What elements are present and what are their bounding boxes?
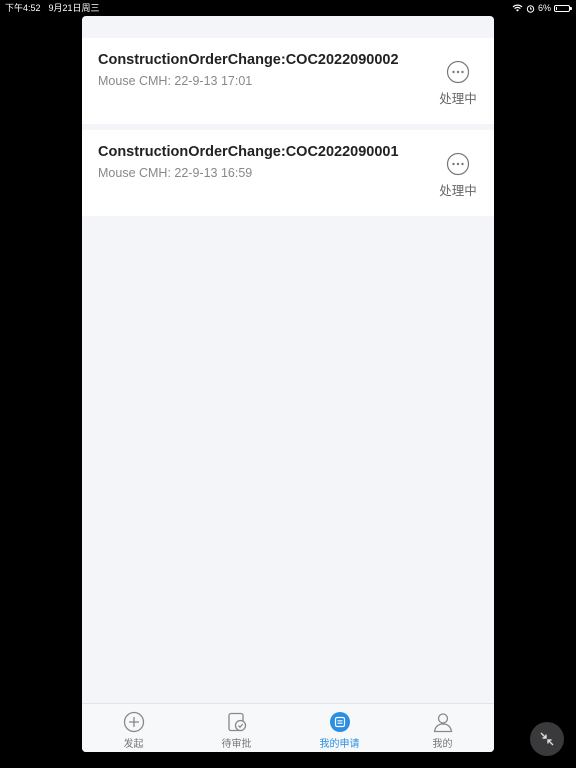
list-item-title: ConstructionOrderChange:COC2022090001	[98, 144, 399, 160]
status-label: 处理中	[439, 92, 477, 106]
tab-pending-approval[interactable]: 待审批	[185, 704, 288, 752]
list-item[interactable]: ConstructionOrderChange:COC2022090002 Mo…	[82, 38, 494, 124]
status-label: 处理中	[439, 184, 477, 198]
status-bar: 下午4:52 9月21日周三 6%	[0, 0, 576, 16]
more-dots-icon	[446, 152, 470, 176]
status-date: 9月21日周三	[48, 3, 100, 13]
collapse-button[interactable]	[530, 722, 564, 756]
app-window: ConstructionOrderChange:COC2022090002 Mo…	[82, 16, 494, 752]
battery-icon	[554, 4, 572, 12]
battery-percent: 6%	[537, 3, 551, 13]
tab-initiate[interactable]: 发起	[82, 704, 185, 752]
list-item-subtitle: Mouse CMH: 22-9-13 16:59	[98, 166, 253, 180]
list-item-status: 处理中	[438, 152, 478, 199]
list-item[interactable]: ConstructionOrderChange:COC2022090001 Mo…	[82, 130, 494, 216]
plus-circle-icon	[123, 711, 144, 733]
alarm-icon	[526, 4, 535, 13]
list-item-subtitle: Mouse CMH: 22-9-13 17:01	[98, 74, 253, 88]
tab-label: 我的申请	[319, 739, 360, 750]
list-item-status: 处理中	[438, 60, 478, 107]
my-requests-icon	[329, 712, 350, 732]
tab-bar: 发起 待审批 我的申请 我的	[82, 703, 494, 752]
wifi-icon	[512, 4, 523, 12]
more-dots-icon	[446, 60, 470, 84]
user-icon	[433, 713, 452, 733]
tab-me[interactable]: 我的	[391, 704, 494, 752]
tab-label: 待审批	[221, 739, 252, 750]
collapse-arrows-icon	[540, 732, 554, 746]
status-time: 下午4:52	[5, 3, 41, 13]
list-item-title: ConstructionOrderChange:COC2022090002	[98, 52, 399, 68]
tab-label: 发起	[123, 739, 144, 750]
pending-check-icon	[227, 712, 246, 732]
tab-my-requests[interactable]: 我的申请	[288, 704, 391, 752]
tab-label: 我的	[432, 739, 453, 750]
